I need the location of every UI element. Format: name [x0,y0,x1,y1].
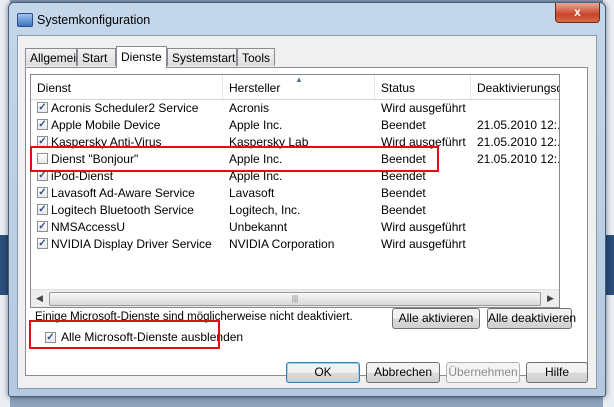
service-name: NVIDIA Display Driver Service [51,237,212,251]
ok-button[interactable]: OK [286,362,360,383]
column-header-status[interactable]: Status [375,75,471,99]
service-name: NMSAccessU [51,220,126,234]
tab-systemstart[interactable]: Systemstart [167,48,237,66]
service-row[interactable]: ✓ Lavasoft Ad-Aware Service Lavasoft Beende… [31,185,559,202]
list-header: Dienst Hersteller ▲ Status Deaktivierung… [31,75,559,100]
service-vendor: NVIDIA Corporation [229,237,335,251]
scrollbar-thumb[interactable]: ||| [49,292,541,306]
service-row[interactable]: ✓ NMSAccessU Unbekannt Wird ausgeführt [31,219,559,236]
service-vendor: Apple Inc. [229,118,283,132]
column-header-dienst[interactable]: Dienst [31,75,223,99]
service-deactivation-date [477,236,559,253]
service-deactivation-date: 21.05.2010 12:... [477,118,559,132]
scroll-left-icon[interactable]: ◀ [31,290,48,307]
service-checkbox[interactable]: ✓ [37,187,48,198]
sort-ascending-icon: ▲ [295,75,303,84]
service-deactivation-date [477,100,559,117]
service-deactivation-date: 21.05.2010 12:... [477,135,559,149]
highlight-bonjour-row [30,146,439,172]
service-name: Logitech Bluetooth Service [51,203,194,217]
apply-button: Übernehmen [446,362,520,383]
service-checkbox[interactable]: ✓ [37,238,48,249]
services-list: Dienst Hersteller ▲ Status Deaktivierung… [30,74,560,308]
scroll-right-icon[interactable]: ▶ [542,290,559,307]
service-name: Acronis Scheduler2 Service [51,101,199,115]
service-row[interactable]: ✓ Apple Mobile Device Apple Inc. Beendet 21.… [31,117,559,134]
service-deactivation-date [477,219,559,236]
enable-all-button[interactable]: Alle aktivieren [392,308,480,329]
service-row[interactable]: ✓ Acronis Scheduler2 Service Acronis Wird a… [31,100,559,117]
service-deactivation-date: 21.05.2010 12:... [477,152,559,166]
service-vendor: Unbekannt [229,220,288,234]
service-checkbox[interactable]: ✓ [37,204,48,215]
service-deactivation-date [477,185,559,202]
service-deactivation-date [477,168,559,185]
service-status: Beendet [381,203,426,217]
tab-tools[interactable]: Tools [237,48,275,66]
service-status: Wird ausgeführt [381,220,466,234]
disable-all-button[interactable]: Alle deaktivieren [487,308,576,329]
close-button[interactable]: x [555,3,600,23]
service-name: Apple Mobile Device [51,118,161,132]
service-vendor: Logitech, Inc. [229,203,301,217]
title-bar[interactable]: Systemkonfiguration x [9,3,605,35]
help-button[interactable]: Hilfe [526,362,588,383]
service-row[interactable]: ✓ NVIDIA Display Driver Service NVIDIA Cor… [31,236,559,253]
service-checkbox[interactable]: ✓ [37,102,48,113]
tab-start[interactable]: Start [77,48,116,66]
window-title: Systemkonfiguration [37,13,151,27]
tab-dienste[interactable]: Dienste [116,46,167,68]
service-vendor: Lavasoft [229,186,275,200]
tab-allgemein[interactable]: Allgemein [25,48,83,66]
service-status: Wird ausgeführt [381,101,466,115]
service-status: Wird ausgeführt [381,237,466,251]
column-header-deaktivierungsdatum[interactable]: Deaktivierungsd [471,75,559,99]
service-checkbox[interactable]: ✓ [37,119,48,130]
msconfig-icon [17,13,33,27]
service-status: Beendet [381,186,426,200]
service-deactivation-date [477,202,559,219]
service-name: Lavasoft Ad-Aware Service [51,186,195,200]
highlight-hide-microsoft-option [29,320,220,349]
service-status: Beendet [381,118,426,132]
cancel-button[interactable]: Abbrechen [366,362,440,383]
service-checkbox[interactable]: ✓ [37,221,48,232]
service-vendor: Acronis [229,101,270,115]
service-row[interactable]: ✓ Logitech Bluetooth Service Logitech, Inc… [31,202,559,219]
horizontal-scrollbar[interactable]: ◀ ||| ▶ [31,289,559,307]
